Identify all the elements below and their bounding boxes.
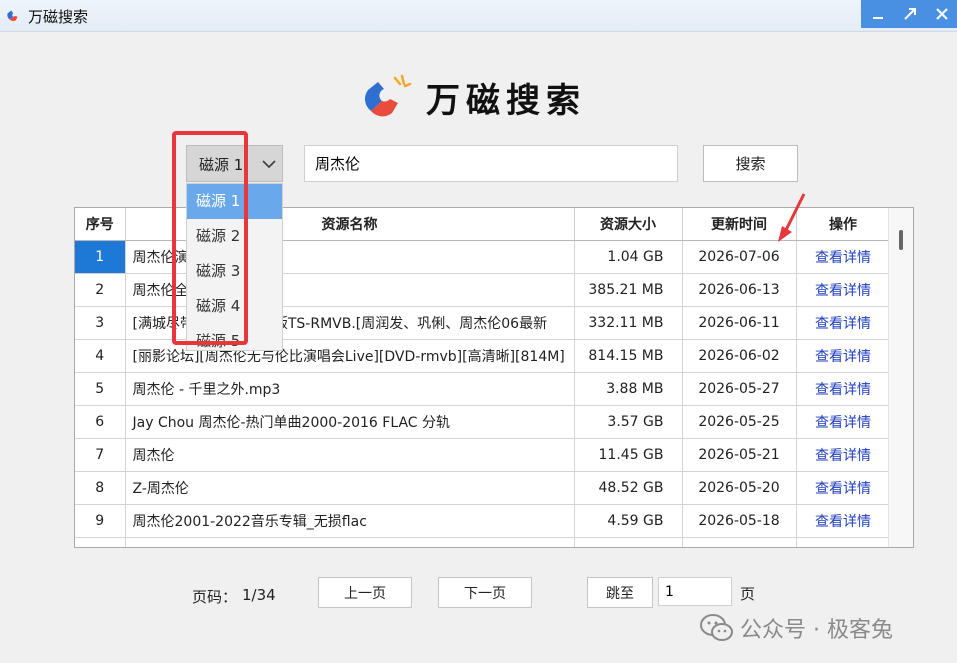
source-select-value: 磁源 1 [199, 156, 244, 174]
row-index: 1 [75, 240, 126, 274]
source-option-2[interactable]: 磁源 2 [187, 219, 282, 254]
row-index: 3 [75, 306, 126, 340]
jump-page-input[interactable] [658, 577, 732, 606]
app-logo: 万磁搜索 [362, 72, 586, 122]
page-number: 1/34 [242, 586, 276, 604]
close-icon[interactable] [927, 0, 957, 28]
row-resource-name: 周杰伦 - 千里之外.mp3 [125, 372, 575, 406]
source-dropdown-list: 磁源 1 磁源 2 磁源 3 磁源 4 磁源 5 [186, 183, 283, 351]
row-date: 2026-05-20 [682, 471, 797, 505]
view-details-link[interactable]: 查看详情 [796, 438, 891, 472]
source-select[interactable]: 磁源 1 [186, 145, 283, 182]
view-details-link[interactable] [796, 537, 891, 547]
watermark-text: 公众号 · 极客兔 [740, 618, 893, 643]
row-date [682, 537, 797, 547]
row-size: 332.11 MB [574, 306, 683, 340]
row-index: 4 [75, 339, 126, 373]
page-label: 页码： [192, 588, 238, 606]
logo-title: 万磁搜索 [426, 80, 586, 121]
header-action[interactable]: 操作 [796, 208, 891, 241]
row-index [75, 537, 126, 547]
row-date: 2026-05-21 [682, 438, 797, 472]
view-details-link[interactable]: 查看详情 [796, 273, 891, 307]
row-date: 2026-06-11 [682, 306, 797, 340]
search-input[interactable] [304, 145, 678, 182]
row-index: 2 [75, 273, 126, 307]
row-size: 3.57 GB [574, 405, 683, 439]
row-resource-name: 周杰伦 [125, 438, 575, 472]
row-index: 9 [75, 504, 126, 538]
chevron-down-icon[interactable] [256, 146, 282, 181]
row-date: 2026-06-13 [682, 273, 797, 307]
next-page-button[interactable]: 下一页 [438, 577, 532, 608]
view-details-link[interactable]: 查看详情 [796, 240, 891, 274]
view-details-link[interactable]: 查看详情 [796, 405, 891, 439]
source-option-3[interactable]: 磁源 3 [187, 254, 282, 289]
source-option-4[interactable]: 磁源 4 [187, 289, 282, 324]
row-date: 2026-05-25 [682, 405, 797, 439]
header-size[interactable]: 资源大小 [574, 208, 683, 241]
view-details-link[interactable]: 查看详情 [796, 339, 891, 373]
row-size: 48.52 GB [574, 471, 683, 505]
magnet-icon [7, 10, 18, 22]
wechat-icon [700, 614, 733, 641]
row-size: 814.15 MB [574, 339, 683, 373]
header-index[interactable]: 序号 [75, 208, 126, 241]
window-title: 万磁搜索 [28, 8, 89, 26]
view-details-link[interactable]: 查看详情 [796, 372, 891, 406]
row-index: 8 [75, 471, 126, 505]
row-resource-name: Z-周杰伦 [125, 471, 575, 505]
row-size [574, 537, 683, 547]
source-option-1[interactable]: 磁源 1 [187, 184, 282, 219]
search-button[interactable]: 搜索 [703, 145, 798, 182]
row-date: 2026-07-06 [682, 240, 797, 274]
table-row[interactable]: 7 周杰伦 11.45 GB 2026-05-21 查看详情 [75, 438, 891, 472]
minimize-icon[interactable] [863, 0, 893, 28]
jump-button[interactable]: 跳至 [587, 577, 653, 608]
row-index: 5 [75, 372, 126, 406]
row-date: 2026-06-02 [682, 339, 797, 373]
row-size: 11.45 GB [574, 438, 683, 472]
row-size: 3.88 MB [574, 372, 683, 406]
row-date: 2026-05-27 [682, 372, 797, 406]
title-bar: 万磁搜索 [0, 0, 957, 32]
prev-page-button[interactable]: 上一页 [318, 577, 412, 608]
table-row[interactable]: 9 周杰伦2001-2022音乐专辑_无损flac 4.59 GB 2026-05-1… [75, 504, 891, 538]
magnet-icon [365, 74, 412, 117]
view-details-link[interactable]: 查看详情 [796, 471, 891, 505]
row-size: 1.04 GB [574, 240, 683, 274]
view-details-link[interactable]: 查看详情 [796, 504, 891, 538]
view-details-link[interactable]: 查看详情 [796, 306, 891, 340]
row-resource-name [125, 537, 575, 547]
annotation-arrow-icon [778, 193, 806, 242]
table-row[interactable] [75, 537, 891, 547]
row-index: 7 [75, 438, 126, 472]
vertical-scrollbar[interactable] [888, 208, 913, 547]
scroll-thumb[interactable] [899, 230, 903, 250]
page-unit: 页 [740, 585, 756, 603]
table-row[interactable]: 8 Z-周杰伦 48.52 GB 2026-05-20 查看详情 [75, 471, 891, 505]
row-resource-name: 周杰伦2001-2022音乐专辑_无损flac [125, 504, 575, 538]
table-row[interactable]: 5 周杰伦 - 千里之外.mp3 3.88 MB 2026-05-27 查看详情 [75, 372, 891, 406]
row-size: 385.21 MB [574, 273, 683, 307]
row-size: 4.59 GB [574, 504, 683, 538]
maximize-icon[interactable] [895, 0, 925, 28]
row-index: 6 [75, 405, 126, 439]
source-option-5[interactable]: 磁源 5 [187, 324, 282, 350]
table-row[interactable]: 6 Jay Chou 周杰伦-热门单曲2000-2016 FLAC 分轨 3.57 … [75, 405, 891, 439]
row-date: 2026-05-18 [682, 504, 797, 538]
watermark: 公众号 · 极客兔 [700, 612, 893, 644]
row-resource-name: Jay Chou 周杰伦-热门单曲2000-2016 FLAC 分轨 [125, 405, 575, 439]
